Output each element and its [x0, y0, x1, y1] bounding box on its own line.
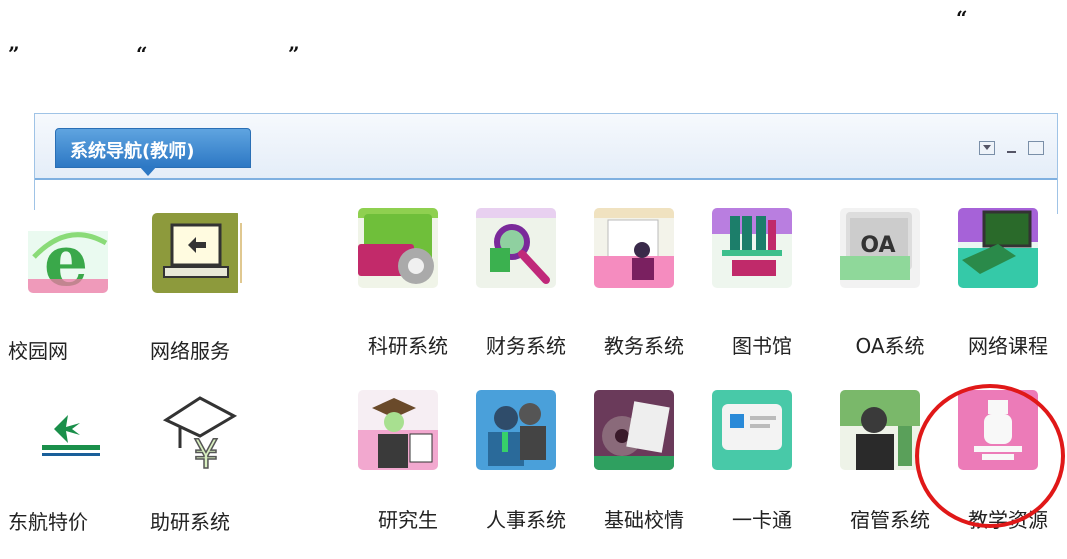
svg-text:¥: ¥ — [193, 432, 218, 474]
graduate-icon — [358, 390, 438, 470]
dropdown-menu-icon[interactable] — [979, 141, 995, 155]
id-card-icon — [712, 390, 792, 470]
nav-item-label-campus-net: 校园网 — [8, 339, 68, 363]
film-reel-icon — [594, 390, 674, 470]
quote-mark: “ — [956, 6, 968, 30]
dorm-manager-icon — [840, 390, 920, 470]
nav-item-label-research-assist: 助研系统 — [150, 510, 230, 534]
quote-mark: ” — [288, 42, 300, 66]
nav-item-label-network-service: 网络服务 — [150, 339, 230, 363]
tab-system-navigation[interactable]: 系统导航(教师) — [55, 128, 251, 168]
bookshelf-icon — [712, 208, 792, 288]
teacher-doc-icon — [594, 208, 674, 288]
graduation-cap-yen-icon: ¥ — [160, 390, 240, 474]
svg-text:OA: OA — [860, 233, 895, 258]
highlight-circle — [915, 384, 1065, 528]
minimize-icon[interactable] — [1005, 141, 1019, 153]
tab-label: 系统导航(教师) — [70, 141, 195, 162]
airline-logo-icon — [28, 393, 118, 469]
laptop-icon — [152, 213, 242, 293]
people-icon — [476, 390, 556, 470]
nav-item-label: 网络课程 — [968, 334, 1048, 358]
nav-item-label-airline: 东航特价 — [8, 510, 88, 534]
maximize-icon[interactable] — [1028, 141, 1044, 155]
nav-item-label: 一卡通 — [732, 508, 792, 532]
tab-pointer — [139, 166, 157, 176]
oa-icon: OA — [840, 208, 920, 288]
research-gear-icon — [358, 208, 438, 288]
quote-mark: ” — [8, 42, 20, 66]
panel-header: 系统导航(教师) — [35, 114, 1057, 180]
magnifier-icon — [476, 208, 556, 288]
ie-browser-icon: e — [28, 213, 108, 293]
online-course-icon — [958, 208, 1038, 288]
system-navigation-panel: 系统导航(教师) — [34, 113, 1058, 214]
quote-mark: “ — [136, 42, 148, 66]
nav-item-label: 图书馆 — [732, 334, 792, 358]
